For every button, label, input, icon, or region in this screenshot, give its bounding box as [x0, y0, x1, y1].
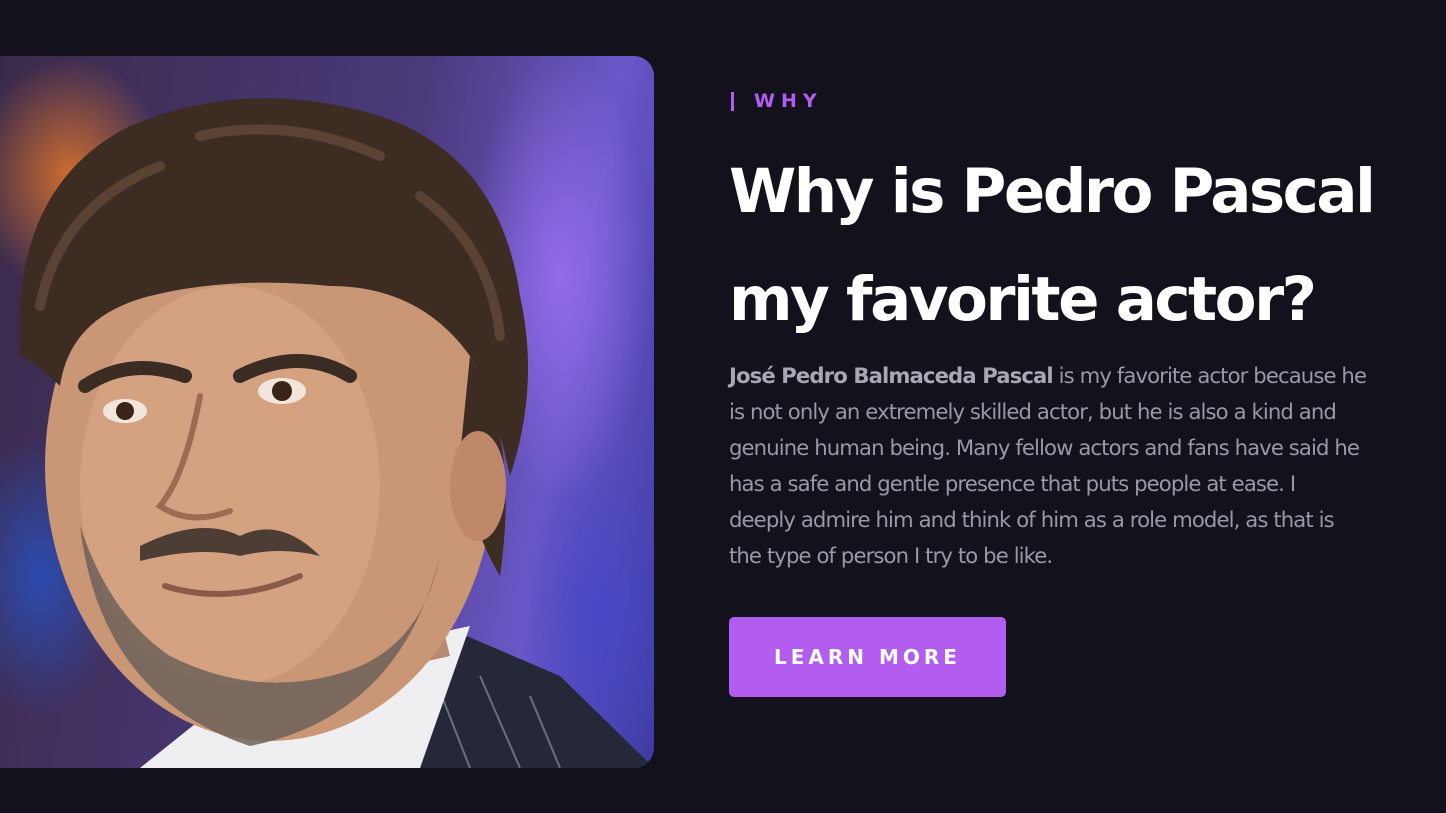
description-line-2: is not only an extremely skilled actor, …	[729, 399, 1337, 424]
description-line-6: the type of person I try to be like.	[729, 543, 1053, 568]
portrait-illustration	[19, 98, 654, 768]
actor-portrait-photo	[0, 56, 654, 768]
eyebrow-label: WHY	[754, 90, 823, 112]
why-section: WHY Why is Pedro Pascal my favorite acto…	[0, 0, 1446, 813]
description-line-3: genuine human being. Many fellow actors …	[729, 435, 1360, 460]
title-line-1: Why is Pedro Pascal	[729, 156, 1376, 227]
description-line-5: deeply admire him and think of him as a …	[729, 507, 1335, 532]
description-line-1: José Pedro Balmaceda Pascal is my favori…	[729, 358, 1444, 394]
title-line-2: my favorite actor?	[729, 264, 1317, 335]
learn-more-button[interactable]: LEARN MORE	[729, 617, 1006, 697]
section-eyebrow: WHY	[731, 88, 823, 114]
actor-full-name: José Pedro Balmaceda Pascal	[729, 363, 1054, 388]
description-line-1-text: is my favorite actor because he	[1052, 363, 1367, 388]
eyebrow-bar	[731, 91, 734, 111]
description-line-4: has a safe and gentle presence that puts…	[729, 471, 1296, 496]
section-title: Why is Pedro Pascal my favorite actor?	[729, 138, 1439, 354]
section-description: José Pedro Balmaceda Pascal is my favori…	[729, 358, 1444, 574]
